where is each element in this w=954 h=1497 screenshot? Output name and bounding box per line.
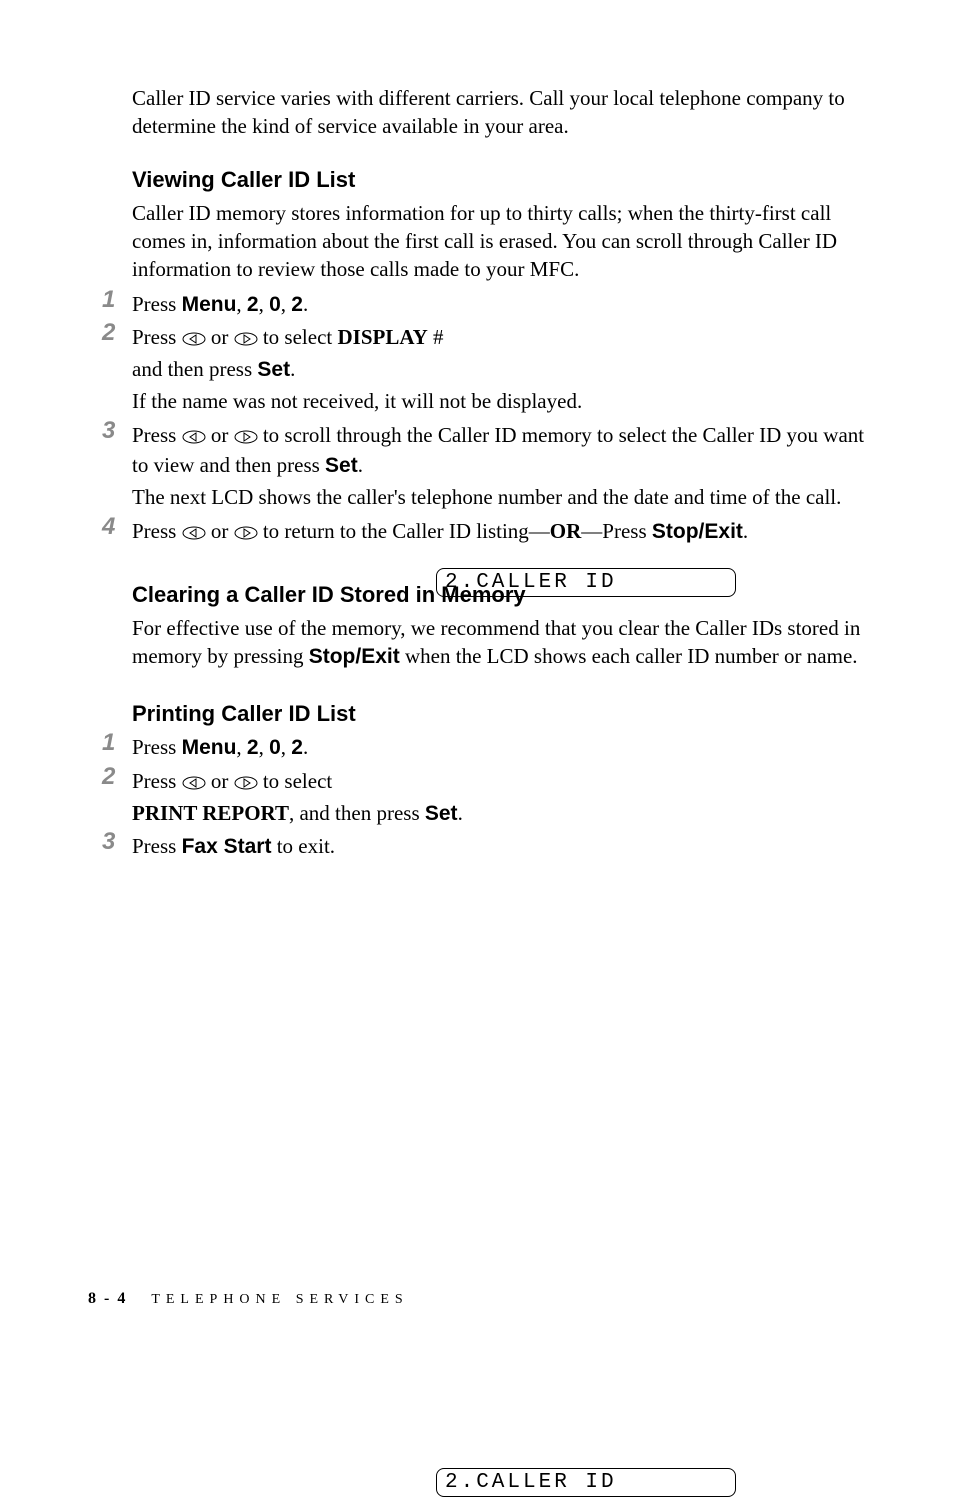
text: , xyxy=(259,292,270,316)
display-label: DISPLAY xyxy=(337,325,427,349)
text: , xyxy=(236,292,247,316)
text: Press xyxy=(132,325,182,349)
text: —Press xyxy=(581,519,652,543)
key-2: 2 xyxy=(247,736,259,759)
step-2-printing: 2 Press or to select PRINT REPORT, and t… xyxy=(132,767,866,829)
chapter-title: TELEPHONE SERVICES xyxy=(151,1292,408,1307)
right-arrow-icon xyxy=(234,423,258,451)
heading-printing-caller-id: Printing Caller ID List xyxy=(132,701,866,727)
step-number: 1 xyxy=(102,729,115,757)
text: Press xyxy=(132,292,182,316)
key-2b: 2 xyxy=(291,736,303,759)
set-key: Set xyxy=(325,454,358,477)
key-2b: 2 xyxy=(291,293,303,316)
step-number: 3 xyxy=(102,828,115,856)
step-3-viewing: 3 Press or to scroll through the Caller … xyxy=(132,421,866,511)
stop-exit-key: Stop/Exit xyxy=(309,645,400,668)
print-report-label: PRINT REPORT xyxy=(132,801,289,825)
text: , xyxy=(281,292,292,316)
text: . xyxy=(290,357,295,381)
step-1-viewing: 1 Press Menu, 2, 0, 2. xyxy=(132,290,866,319)
text: , xyxy=(236,735,247,759)
left-arrow-icon xyxy=(182,769,206,797)
step-1-printing: 1 Press Menu, 2, 0, 2. xyxy=(132,733,866,762)
stop-exit-key: Stop/Exit xyxy=(652,520,743,543)
text: to select xyxy=(258,325,338,349)
key-0: 0 xyxy=(269,293,281,316)
text: . xyxy=(743,519,748,543)
text: to exit. xyxy=(271,834,335,858)
right-arrow-icon xyxy=(234,325,258,353)
intro-paragraph: Caller ID service varies with different … xyxy=(132,84,866,141)
step-number: 4 xyxy=(102,513,115,541)
text: and then press xyxy=(132,357,257,381)
text: . xyxy=(358,453,363,477)
text: , and then press xyxy=(289,801,425,825)
step-3-printing: 3 Press Fax Start to exit. xyxy=(132,832,866,861)
step-number: 3 xyxy=(102,417,115,445)
text: to return to the Caller ID listing— xyxy=(258,519,550,543)
text: . xyxy=(303,735,308,759)
set-key: Set xyxy=(425,802,458,825)
text: . xyxy=(458,801,463,825)
step2-note: If the name was not received, it will no… xyxy=(132,387,866,415)
lcd-display-2: 2.CALLER ID xyxy=(436,1468,736,1497)
section2-paragraph: For effective use of the memory, we reco… xyxy=(132,614,866,672)
text: Press xyxy=(132,519,182,543)
text: # xyxy=(428,325,444,349)
text: . xyxy=(303,292,308,316)
text: Press xyxy=(132,769,182,793)
step3-note: The next LCD shows the caller's telephon… xyxy=(132,483,866,511)
text: , xyxy=(281,735,292,759)
text: or xyxy=(206,325,234,349)
fax-start-key: Fax Start xyxy=(182,835,272,858)
right-arrow-icon xyxy=(234,769,258,797)
page-footer: 8 - 4 TELEPHONE SERVICES xyxy=(88,1290,409,1308)
text: or xyxy=(206,769,234,793)
step-number: 1 xyxy=(102,286,115,314)
lcd-display-1: 2.CALLER ID xyxy=(436,568,736,597)
step-number: 2 xyxy=(102,319,115,347)
heading-viewing-caller-id: Viewing Caller ID List xyxy=(132,167,866,193)
page-number: 8 - 4 xyxy=(88,1290,127,1307)
text: to select xyxy=(258,769,333,793)
left-arrow-icon xyxy=(182,423,206,451)
text: when the LCD shows each caller ID number… xyxy=(400,644,858,668)
text: Press xyxy=(132,834,182,858)
text: , xyxy=(259,735,270,759)
text: Press xyxy=(132,735,182,759)
content-area: Caller ID service varies with different … xyxy=(88,84,866,862)
text: or xyxy=(206,423,234,447)
or-label: OR xyxy=(550,519,582,543)
step-4-viewing: 4 Press or to return to the Caller ID li… xyxy=(132,517,866,547)
key-2: 2 xyxy=(247,293,259,316)
set-key: Set xyxy=(257,358,290,381)
step-2-viewing: 2 Press or to select DISPLAY # and then … xyxy=(132,323,866,415)
left-arrow-icon xyxy=(182,325,206,353)
text: or xyxy=(206,519,234,543)
left-arrow-icon xyxy=(182,519,206,547)
menu-key: Menu xyxy=(182,736,237,759)
page: Caller ID service varies with different … xyxy=(0,0,954,1368)
step-number: 2 xyxy=(102,763,115,791)
section1-desc: Caller ID memory stores information for … xyxy=(132,199,866,284)
right-arrow-icon xyxy=(234,519,258,547)
key-0: 0 xyxy=(269,736,281,759)
text: Press xyxy=(132,423,182,447)
menu-key: Menu xyxy=(182,293,237,316)
